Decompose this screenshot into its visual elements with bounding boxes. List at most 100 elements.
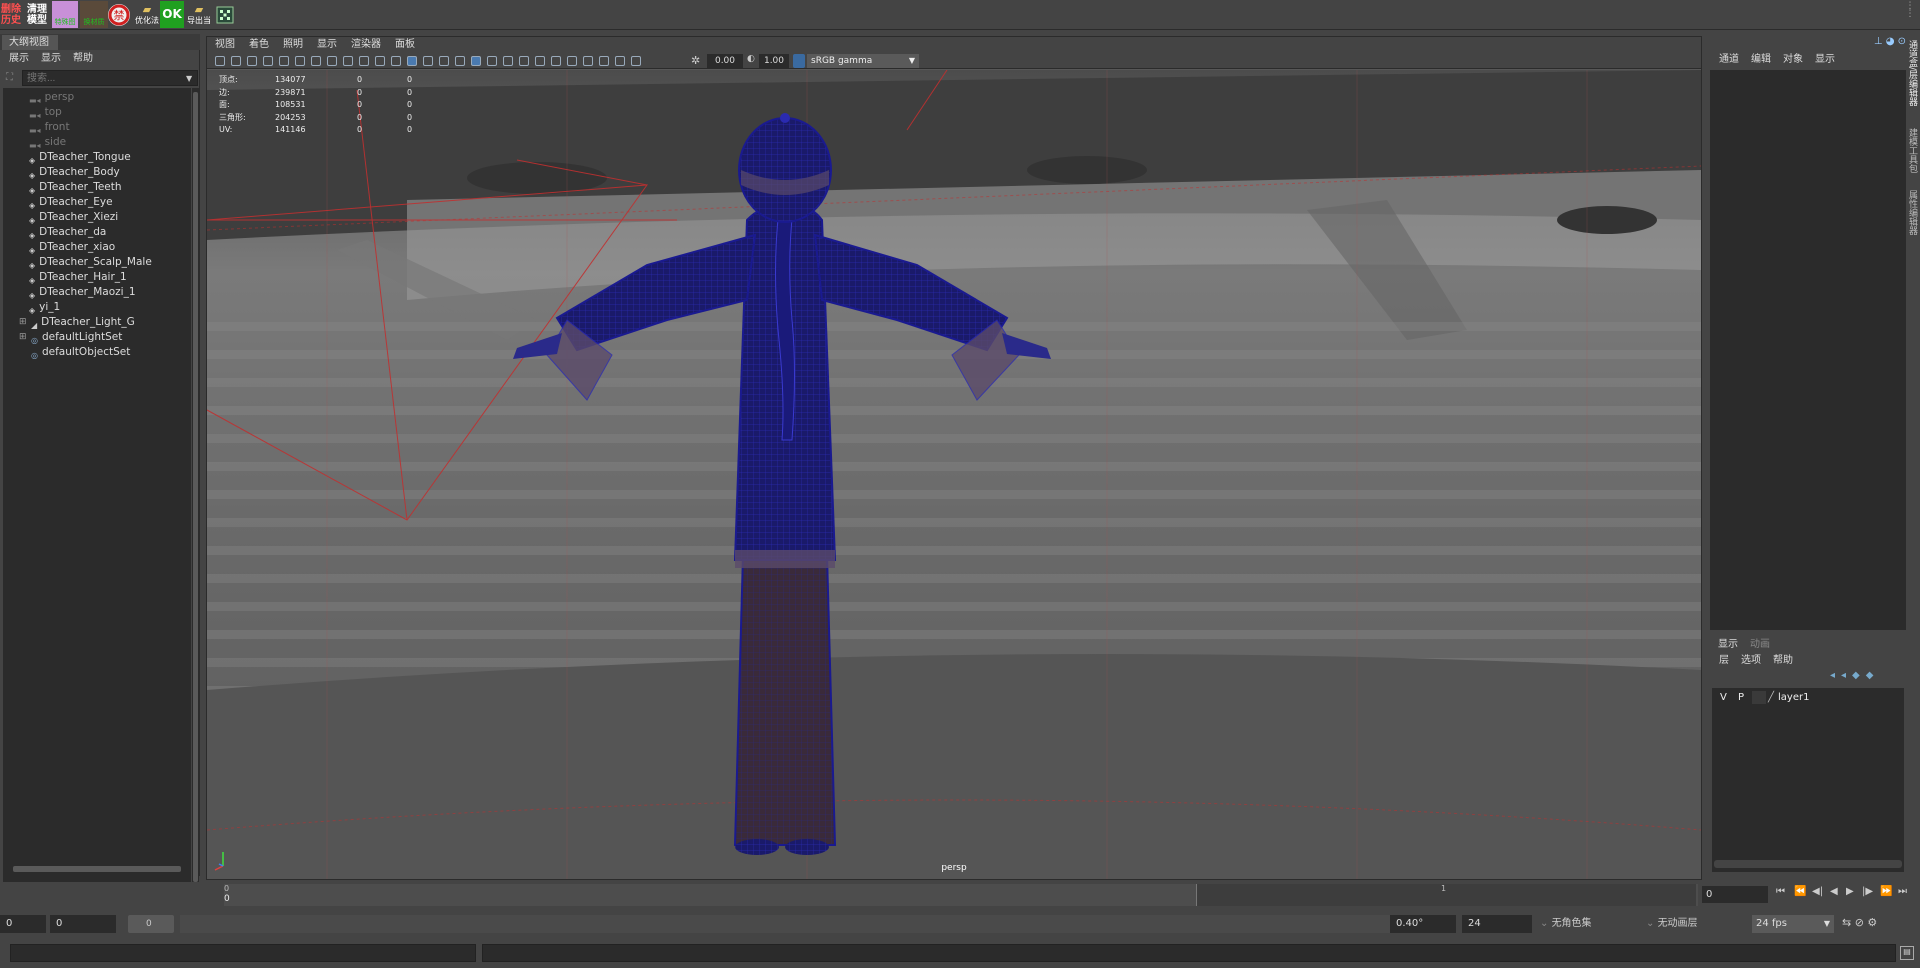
layer-action-icons[interactable]: ◂◂◆◆: [1830, 670, 1906, 684]
select-camera-icon[interactable]: [215, 56, 225, 66]
tab-modeling-toolkit[interactable]: 建模工具包: [1907, 128, 1919, 173]
layer-horizontal-scrollbar[interactable]: [1714, 860, 1902, 868]
outliner-item[interactable]: ▬◂ top: [3, 105, 188, 120]
film-gate-icon[interactable]: [295, 56, 305, 66]
outliner-item[interactable]: ◈ DTeacher_Eye: [3, 195, 188, 210]
scroll-thumb[interactable]: [193, 92, 198, 882]
angle-field[interactable]: 0.40°: [1390, 915, 1456, 933]
outliner-item[interactable]: ◈ DTeacher_Maozi_1: [3, 285, 188, 300]
step-forward-icon[interactable]: |▶: [1862, 886, 1873, 897]
search-dropdown-icon[interactable]: ▼: [186, 74, 192, 83]
menu-panels[interactable]: 面板: [395, 37, 415, 53]
shelf-forbidden-button[interactable]: 禁: [106, 1, 132, 28]
color-management-icon[interactable]: [793, 54, 805, 68]
animation-end-field[interactable]: 24: [1462, 915, 1532, 933]
tab-channel-box[interactable]: 通道盒/层编辑器: [1907, 40, 1919, 106]
default-material-icon[interactable]: [423, 56, 433, 66]
backface-icon[interactable]: [631, 56, 641, 66]
menu-display[interactable]: 展示: [9, 51, 29, 67]
menu-layers[interactable]: 层: [1719, 653, 1729, 669]
shelf-options-icon[interactable]: ⋮ ⋮: [1904, 2, 1916, 26]
range-track[interactable]: [180, 915, 1390, 933]
antialias-icon[interactable]: [551, 56, 561, 66]
motion-blur-icon[interactable]: [535, 56, 545, 66]
command-input[interactable]: [10, 944, 476, 962]
step-back-key-icon[interactable]: ⏪: [1794, 886, 1806, 897]
step-forward-key-icon[interactable]: ⏩: [1880, 886, 1892, 897]
play-backward-icon[interactable]: ◀: [1830, 886, 1838, 897]
script-editor-icon[interactable]: ▤: [1900, 946, 1914, 960]
gate-mask-icon[interactable]: [327, 56, 337, 66]
filter-icon[interactable]: ⛶: [6, 72, 16, 84]
menu-view[interactable]: 视图: [215, 37, 235, 53]
scroll-thumb[interactable]: [13, 866, 181, 872]
camera-attrs-icon[interactable]: [231, 56, 241, 66]
outliner-item[interactable]: ◈ DTeacher_Teeth: [3, 180, 188, 195]
lights-icon[interactable]: [487, 56, 497, 66]
3d-scene[interactable]: [207, 70, 1701, 879]
animation-layer-dropdown[interactable]: ⌄ 无动画层: [1646, 915, 1740, 933]
tab-outliner[interactable]: 大纲视图: [2, 35, 58, 50]
range-bar[interactable]: 0: [128, 915, 174, 933]
outliner-item[interactable]: ▬◂ front: [3, 120, 188, 135]
tab-display[interactable]: 显示: [1718, 638, 1738, 652]
shelf-delete-history-button[interactable]: 删除 历史: [0, 1, 22, 28]
smooth-shade-icon[interactable]: [407, 56, 417, 66]
menu-shading[interactable]: 着色: [249, 37, 269, 53]
outliner-item[interactable]: ⊞ ◎ defaultLightSet: [3, 330, 188, 345]
menu-channels[interactable]: 通道: [1719, 52, 1739, 68]
layer-row[interactable]: V P ╱ layer1: [1712, 690, 1904, 705]
outliner-item[interactable]: ▬◂ persp: [3, 90, 188, 105]
menu-help[interactable]: 帮助: [1773, 653, 1793, 669]
outliner-item[interactable]: ◈ DTeacher_xiao: [3, 240, 188, 255]
expand-icon[interactable]: ⊞: [19, 315, 27, 330]
fps-dropdown[interactable]: 24 fps ▼: [1752, 915, 1834, 933]
menu-lighting[interactable]: 照明: [283, 37, 303, 53]
character-set-dropdown[interactable]: ⌄ 无角色集: [1540, 915, 1642, 933]
xray-icon[interactable]: [439, 56, 449, 66]
outliner-item[interactable]: ◈ yi_1: [3, 300, 188, 315]
outliner-item[interactable]: ▬◂ side: [3, 135, 188, 150]
menu-show[interactable]: 显示: [1815, 52, 1835, 68]
menu-renderer[interactable]: 渲染器: [351, 37, 381, 53]
outliner-vertical-scrollbar[interactable]: [192, 88, 199, 884]
outliner-search-input[interactable]: [22, 70, 198, 86]
shadows-icon[interactable]: [503, 56, 513, 66]
shelf-ok-button[interactable]: OK: [160, 1, 184, 28]
exposure-field[interactable]: 0.00: [707, 54, 743, 68]
outliner-item[interactable]: ◈ DTeacher_Scalp_Male: [3, 255, 188, 270]
time-slider-range[interactable]: 1: [1196, 884, 1696, 906]
layer-name[interactable]: layer1: [1778, 690, 1809, 705]
safe-action-icon[interactable]: [359, 56, 369, 66]
shelf-cleanup-button[interactable]: 清理 模型: [24, 1, 50, 28]
channel-box-toolbar-icons[interactable]: ⊥ ◕ ⊙: [1856, 36, 1906, 50]
gamma-field[interactable]: 1.00: [759, 54, 789, 68]
isolate-icon[interactable]: [583, 56, 593, 66]
ao-icon[interactable]: [519, 56, 529, 66]
current-frame-field[interactable]: 0: [1702, 886, 1768, 903]
shelf-special-button[interactable]: 特殊图: [52, 1, 78, 28]
shelf-export-button[interactable]: ▰ 导出当: [186, 1, 212, 28]
resolution-gate-icon[interactable]: [311, 56, 321, 66]
menu-show[interactable]: 显示: [317, 37, 337, 53]
playback-start-field[interactable]: 0: [50, 915, 116, 933]
layer-visibility-toggle[interactable]: V: [1720, 690, 1727, 705]
menu-edit[interactable]: 编辑: [1751, 52, 1771, 68]
menu-object[interactable]: 对象: [1783, 52, 1803, 68]
menu-show[interactable]: 显示: [41, 51, 61, 67]
tab-anim[interactable]: 动画: [1750, 638, 1770, 652]
go-to-end-icon[interactable]: ⏭: [1898, 886, 1907, 897]
expand-icon[interactable]: ⊞: [19, 330, 27, 345]
field-chart-icon[interactable]: [343, 56, 353, 66]
shelf-grid-button[interactable]: [214, 1, 236, 28]
xray-joints-icon[interactable]: [599, 56, 609, 66]
color-space-dropdown[interactable]: sRGB gamma ▼: [807, 54, 919, 68]
grid-toggle-icon[interactable]: [279, 56, 289, 66]
shelf-material-button[interactable]: 换材质: [80, 1, 108, 28]
wireframe-icon[interactable]: [391, 56, 401, 66]
layer-color-swatch[interactable]: [1752, 691, 1766, 704]
tab-attribute-editor[interactable]: 属性编辑器: [1907, 190, 1919, 235]
animation-start-field[interactable]: 0: [0, 915, 46, 933]
play-forward-icon[interactable]: ▶: [1846, 886, 1854, 897]
outliner-item[interactable]: ◈ DTeacher_da: [3, 225, 188, 240]
